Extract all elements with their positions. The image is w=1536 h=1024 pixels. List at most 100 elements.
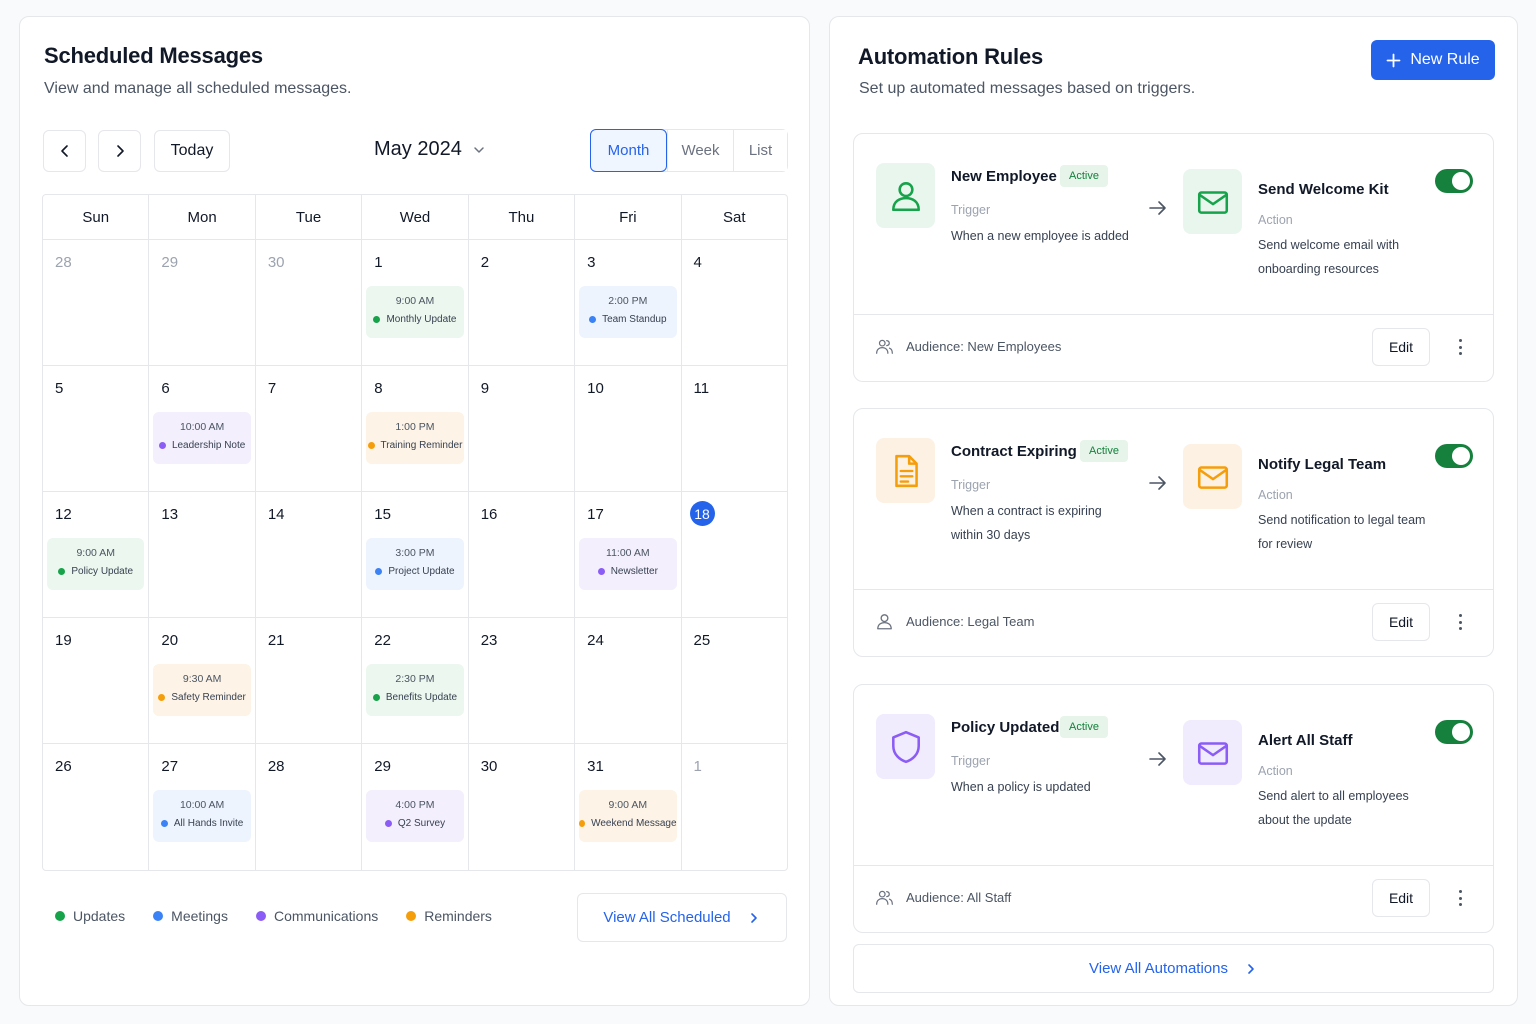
view-all-automations-button[interactable]: View All Automations <box>853 944 1494 993</box>
today-button[interactable]: Today <box>154 130 230 172</box>
weekday-header: Fri <box>574 195 680 239</box>
day-number: 20 <box>161 632 179 649</box>
action-label: Action <box>1258 488 1293 502</box>
month-selector[interactable]: May 2024 <box>374 138 486 161</box>
day-number: 9 <box>480 380 490 397</box>
calendar-day-cell[interactable]: 27 10:00 AM All Hands Invite <box>148 744 254 870</box>
calendar-day-cell[interactable]: 3 2:00 PM Team Standup <box>574 240 680 365</box>
toggle-knob <box>1452 447 1470 465</box>
next-month-button[interactable] <box>98 130 141 172</box>
event-time: 4:00 PM <box>395 799 435 811</box>
calendar-day-cell[interactable]: 15 3:00 PM Project Update <box>361 492 467 617</box>
calendar-day-cell[interactable]: 30 <box>254 240 361 365</box>
new-rule-button[interactable]: New Rule <box>1371 40 1495 80</box>
arrow-right-icon <box>1147 197 1169 219</box>
calendar-day-cell[interactable]: 10 <box>574 366 680 491</box>
calendar-day-cell[interactable]: 14 <box>254 492 361 617</box>
weekday-header: Mon <box>148 195 254 239</box>
rule-enabled-toggle[interactable] <box>1435 720 1473 744</box>
event-category-dot <box>160 820 168 827</box>
scheduled-event[interactable]: 1:00 PM Training Reminder <box>366 412 464 464</box>
view-list-tab[interactable]: List <box>733 130 787 171</box>
calendar-day-cell[interactable]: 21 <box>254 618 361 743</box>
scheduled-event[interactable]: 10:00 AM All Hands Invite <box>153 790 251 842</box>
calendar-day-cell[interactable]: 29 <box>148 240 254 365</box>
scheduled-event[interactable]: 3:00 PM Project Update <box>366 538 464 590</box>
calendar-day-cell[interactable]: 19 <box>43 618 148 743</box>
calendar-day-cell[interactable]: 20 9:30 AM Safety Reminder <box>148 618 254 743</box>
view-all-scheduled-button[interactable]: View All Scheduled <box>577 893 787 942</box>
calendar-day-cell[interactable]: 11 <box>680 366 787 491</box>
day-number: 29 <box>374 758 391 775</box>
trigger-label: Trigger <box>951 754 991 768</box>
scheduled-event[interactable]: 9:00 AM Monthly Update <box>366 286 464 338</box>
calendar-day-cell[interactable]: 17 11:00 AM Newsletter <box>574 492 680 617</box>
scheduled-event[interactable]: 9:30 AM Safety Reminder <box>153 664 251 716</box>
day-number: 16 <box>480 506 498 523</box>
calendar-day-cell[interactable]: 5 <box>43 366 148 491</box>
calendar-day-cell[interactable]: 18 <box>680 492 787 617</box>
view-month-tab[interactable]: Month <box>590 129 667 172</box>
audience-label: Audience: New Employees <box>906 339 1062 354</box>
edit-rule-button[interactable]: Edit <box>1372 328 1430 366</box>
calendar-day-cell[interactable]: 9 <box>467 366 574 491</box>
scheduled-event[interactable]: 9:00 AM Weekend Message <box>579 790 677 842</box>
calendar-day-cell[interactable]: 2 <box>467 240 574 365</box>
month-label: May 2024 <box>374 138 462 160</box>
scheduled-event[interactable]: 2:00 PM Team Standup <box>579 286 677 338</box>
calendar-day-cell[interactable]: 7 <box>254 366 361 491</box>
previous-month-button[interactable] <box>43 130 86 172</box>
view-switcher: Month Week List <box>590 129 788 172</box>
calendar-week-row: 5 6 10:00 AM Leadership Note 7 8 1:00 PM Traini… <box>43 366 787 492</box>
scheduled-event[interactable]: 2:30 PM Benefits Update <box>366 664 464 716</box>
calendar-day-cell[interactable]: 26 <box>43 744 148 870</box>
event-time: 1:00 PM <box>395 421 435 433</box>
event-title-row: Team Standup <box>579 314 676 325</box>
event-title: Monthly Update <box>386 314 457 325</box>
calendar-day-cell[interactable]: 28 <box>254 744 361 870</box>
calendar-day-cell[interactable]: 4 <box>680 240 787 365</box>
scheduled-event[interactable]: 11:00 AM Newsletter <box>579 538 677 590</box>
calendar-day-cell[interactable]: 23 <box>467 618 574 743</box>
calendar-day-cell[interactable]: 6 10:00 AM Leadership Note <box>148 366 254 491</box>
calendar-day-cell[interactable]: 29 4:00 PM Q2 Survey <box>361 744 467 870</box>
event-title: Project Update <box>388 566 455 577</box>
event-category-dot <box>384 820 392 827</box>
calendar-day-cell[interactable]: 30 <box>467 744 574 870</box>
calendar-day-cell[interactable]: 22 2:30 PM Benefits Update <box>361 618 467 743</box>
edit-rule-button[interactable]: Edit <box>1372 879 1430 917</box>
calendar-day-cell[interactable]: 24 <box>574 618 680 743</box>
calendar-day-cell[interactable]: 12 9:00 AM Policy Update <box>43 492 148 617</box>
scheduled-event[interactable]: 4:00 PM Q2 Survey <box>366 790 464 842</box>
scheduled-messages-subtitle: View and manage all scheduled messages. <box>44 80 352 97</box>
trigger-icon-tile <box>876 438 935 503</box>
event-time: 10:00 AM <box>179 799 225 811</box>
calendar-day-cell[interactable]: 13 <box>148 492 254 617</box>
more-options-icon[interactable] <box>1452 888 1468 908</box>
audience-label: Audience: All Staff <box>906 890 1012 905</box>
event-category-dot <box>158 442 166 449</box>
day-number: 22 <box>374 632 391 649</box>
legend-dot <box>153 911 164 921</box>
legend-item-updates: Updates <box>55 908 125 924</box>
rule-enabled-toggle[interactable] <box>1435 169 1473 193</box>
calendar-day-cell[interactable]: 8 1:00 PM Training Reminder <box>361 366 467 491</box>
edit-rule-button[interactable]: Edit <box>1372 603 1430 641</box>
rule-enabled-toggle[interactable] <box>1435 444 1473 468</box>
calendar-day-cell[interactable]: 1 <box>680 744 787 870</box>
calendar-day-cell[interactable]: 1 9:00 AM Monthly Update <box>361 240 467 365</box>
calendar-day-cell[interactable]: 25 <box>680 618 787 743</box>
more-options-icon[interactable] <box>1452 612 1468 632</box>
scheduled-event[interactable]: 9:00 AM Policy Update <box>47 538 145 590</box>
event-title: Q2 Survey <box>397 818 446 829</box>
day-number: 23 <box>480 632 498 649</box>
event-title-row: Leadership Note <box>153 440 250 451</box>
audience-info: Audience: Legal Team <box>875 612 1034 631</box>
calendar-day-cell[interactable]: 16 <box>467 492 574 617</box>
action-description: Send notification to legal team for revi… <box>1258 513 1426 551</box>
more-options-icon[interactable] <box>1452 337 1468 357</box>
calendar-day-cell[interactable]: 31 9:00 AM Weekend Message <box>574 744 680 870</box>
scheduled-event[interactable]: 10:00 AM Leadership Note <box>153 412 251 464</box>
calendar-day-cell[interactable]: 28 <box>43 240 148 365</box>
view-week-tab[interactable]: Week <box>667 130 733 171</box>
